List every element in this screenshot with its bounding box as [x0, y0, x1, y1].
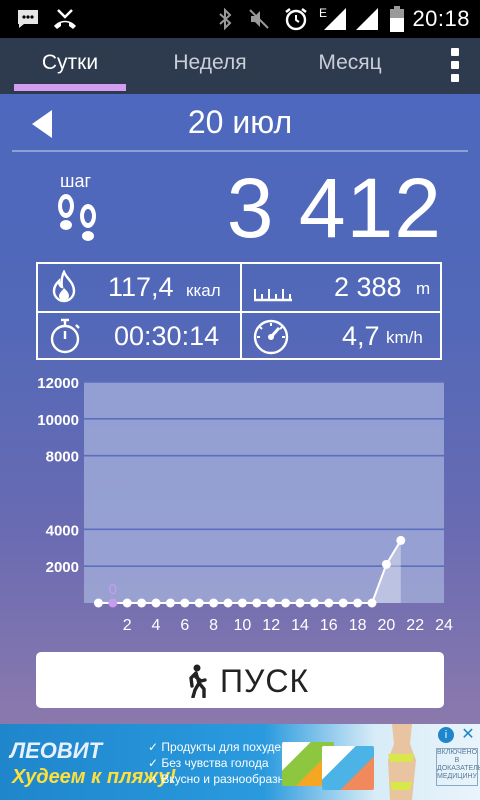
- ad-info-icon[interactable]: i: [438, 727, 454, 743]
- alarm-icon: [282, 6, 310, 32]
- data-point: [194, 598, 204, 608]
- mute-icon: [246, 6, 272, 32]
- data-point: [266, 598, 276, 608]
- data-point: [165, 598, 175, 608]
- step-count: 3 412: [226, 161, 442, 255]
- x-tick-label: 12: [262, 617, 280, 634]
- ruler-icon: [252, 280, 294, 307]
- x-tick-label: 18: [349, 617, 367, 634]
- active-tab-indicator: [14, 84, 126, 91]
- overflow-menu-button[interactable]: [448, 46, 462, 84]
- y-tick-label: 8000: [46, 449, 79, 466]
- product-image: [322, 746, 374, 790]
- current-date: 20 июл: [187, 104, 293, 140]
- data-point: [396, 535, 406, 545]
- data-point: [209, 598, 219, 608]
- data-point: [367, 598, 377, 608]
- steps-chart: 20004000800010000120002 4 6 8 10 12 14 16 18 20 22…: [37, 375, 453, 634]
- tab-month[interactable]: Месяц: [290, 38, 410, 94]
- y-tick-label: 2000: [46, 559, 79, 576]
- speed-unit: km/h: [386, 328, 423, 347]
- x-tick-label: 10: [234, 617, 252, 634]
- ad-close-icon[interactable]: ✕: [460, 727, 476, 743]
- ad-bullet: ✓ Продукты для похудения: [148, 740, 301, 754]
- x-tick-label: 20: [378, 617, 396, 634]
- speed-value: 4,7: [342, 321, 380, 351]
- speed-cell: 4,7 km/h: [242, 313, 440, 360]
- data-point: [137, 598, 147, 608]
- data-point: [309, 598, 319, 608]
- steps-label: шаг: [60, 171, 92, 191]
- data-point: [151, 598, 161, 608]
- fire-icon: [50, 268, 78, 309]
- y-tick-label: 4000: [46, 522, 79, 539]
- data-point: [122, 598, 132, 608]
- message-icon: [14, 6, 42, 32]
- svg-text:E: E: [319, 6, 327, 20]
- data-point: [324, 598, 334, 608]
- stats-grid: 117,4 ккал 2 388 m 00:30:14 4,7 km/h: [36, 262, 442, 360]
- calories-cell: 117,4 ккал: [38, 264, 240, 311]
- x-tick-label: 16: [320, 617, 338, 634]
- start-button-label: ПУСК: [220, 663, 310, 699]
- calories-unit: ккал: [186, 281, 221, 300]
- x-tick-label: 4: [152, 617, 161, 634]
- data-point: [338, 598, 348, 608]
- status-bar: E 20:18: [0, 0, 480, 38]
- ad-model-image: [372, 724, 430, 800]
- ad-banner[interactable]: ЛЕОВИТ Худеем к пляжу! ✓ Продукты для по…: [0, 724, 480, 800]
- speedometer-icon: [252, 317, 290, 360]
- data-point: [93, 598, 103, 608]
- tab-week[interactable]: Неделя: [140, 38, 280, 94]
- ad-brand: ЛЕОВИТ: [10, 738, 103, 763]
- duration-value: 00:30:14: [114, 321, 220, 351]
- x-tick-label: 24: [435, 617, 453, 634]
- signal-icon: [354, 6, 380, 32]
- data-label: 0: [109, 581, 117, 598]
- header-divider: [12, 150, 468, 152]
- x-tick-label: 22: [406, 617, 424, 634]
- distance-value: 2 388: [334, 272, 402, 302]
- battery-icon: [388, 6, 406, 32]
- y-tick-label: 10000: [37, 412, 79, 429]
- x-tick-label: 14: [291, 617, 309, 634]
- distance-unit: m: [416, 279, 431, 298]
- clock: 20:18: [412, 6, 470, 31]
- ad-stamp: ВКЛЮЧЕНО В ДОКАЗАТЕЛЬНУЮ МЕДИЦИНУ: [436, 748, 480, 786]
- data-point: [381, 559, 391, 569]
- data-point: [353, 598, 363, 608]
- data-point: [108, 598, 118, 608]
- signal-icon: E: [318, 6, 348, 32]
- calories-value: 117,4: [108, 272, 174, 302]
- x-tick-label: 6: [180, 617, 189, 634]
- missed-call-icon: [50, 6, 80, 32]
- x-tick-label: 2: [123, 617, 132, 634]
- y-tick-label: 12000: [37, 375, 79, 392]
- ad-bullet: ✓ Вкусно и разнообразно: [148, 772, 291, 786]
- data-point: [223, 598, 233, 608]
- data-point: [252, 598, 262, 608]
- ad-bullet: ✓ Без чувства голода: [148, 756, 269, 770]
- footprints-icon: [54, 192, 102, 248]
- x-tick-label: 8: [209, 617, 218, 634]
- walking-person-icon: [183, 664, 209, 699]
- stopwatch-icon: [48, 317, 82, 360]
- data-point: [237, 598, 247, 608]
- data-point: [281, 598, 291, 608]
- bluetooth-icon: [214, 6, 236, 32]
- data-point: [295, 598, 305, 608]
- start-button[interactable]: ПУСК: [36, 652, 444, 708]
- duration-cell: 00:30:14: [38, 313, 240, 360]
- data-point: [180, 598, 190, 608]
- distance-cell: 2 388 m: [242, 264, 440, 311]
